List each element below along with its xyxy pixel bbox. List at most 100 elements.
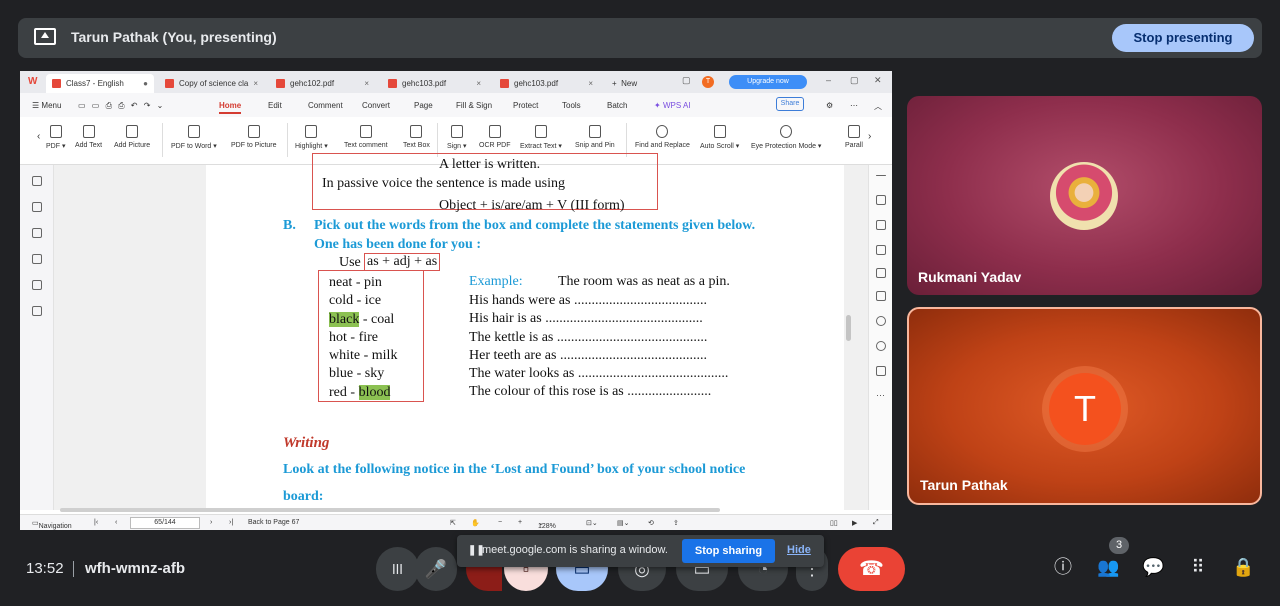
tab-gehc103-a[interactable]: gehc103.pdf ×: [382, 74, 487, 93]
tool-pdf-to-word[interactable]: PDF to Word ▾: [171, 125, 217, 150]
tool-text-box[interactable]: Text Box: [403, 125, 430, 149]
horizontal-scrollbar[interactable]: [60, 508, 720, 512]
read-mode-icon[interactable]: ▯▯: [830, 519, 838, 527]
microphone-button[interactable]: 🎤: [415, 547, 457, 591]
tab-class7-english[interactable]: Class7 - English ●: [46, 74, 154, 93]
stop-sharing-button[interactable]: Stop sharing: [682, 539, 775, 563]
participant-tile-tarun[interactable]: T Tarun Pathak: [907, 307, 1262, 505]
ribbon-tab-batch[interactable]: Batch: [607, 101, 627, 110]
upgrade-button[interactable]: Upgrade now: [729, 75, 807, 89]
close-tab-icon[interactable]: ●: [143, 74, 148, 93]
ribbon-scroll-right-icon[interactable]: ›: [868, 131, 871, 142]
ribbon-tab-tools[interactable]: Tools: [562, 101, 581, 110]
fullscreen-icon[interactable]: ⤢: [873, 519, 879, 527]
ribbon-scroll-left-icon[interactable]: ‹: [37, 131, 40, 142]
ribbon-tab-wps-ai[interactable]: ✦ WPS AI: [654, 101, 691, 110]
tool-text-comment[interactable]: Text comment: [344, 125, 388, 149]
export-icon[interactable]: [876, 291, 886, 301]
quick-access-icons[interactable]: ▭ ▭ ⎙ ⎙ ↶ ↷ ⌄: [78, 101, 165, 111]
ribbon-tab-page[interactable]: Page: [414, 101, 433, 110]
zoom-out-icon[interactable]: −: [498, 519, 502, 526]
ribbon-tab-convert[interactable]: Convert: [362, 101, 390, 110]
attachment-icon[interactable]: [32, 254, 42, 264]
tool-parallel[interactable]: Parall: [845, 125, 863, 149]
chat-icon[interactable]: 💬: [1142, 556, 1164, 578]
meeting-info-icon[interactable]: ⓘ: [1052, 556, 1074, 578]
tool-eye-protection[interactable]: Eye Protection Mode ▾: [751, 125, 821, 150]
tool-add-text[interactable]: Add Text: [75, 125, 102, 149]
people-icon[interactable]: 👥: [1097, 556, 1119, 578]
ribbon-tab-home[interactable]: Home: [219, 101, 242, 114]
menu-button[interactable]: ☰ Menu: [32, 101, 61, 110]
edit-icon[interactable]: [876, 195, 886, 205]
navigation-button[interactable]: ▭ Navigation: [32, 519, 72, 530]
tool-ocr-pdf[interactable]: OCR PDF: [479, 125, 511, 149]
hide-banner-link[interactable]: Hide: [787, 544, 811, 556]
prev-page-icon[interactable]: ‹: [115, 519, 117, 526]
tool-highlight[interactable]: Highlight ▾: [295, 125, 328, 150]
page-mode-icon[interactable]: ▤⌄: [617, 519, 629, 527]
bookmark-icon[interactable]: [32, 176, 42, 186]
ribbon-tab-comment[interactable]: Comment: [308, 101, 343, 110]
activities-icon[interactable]: ⠿: [1187, 556, 1209, 578]
minimize-panel-icon[interactable]: [876, 175, 886, 176]
comment-icon[interactable]: [32, 228, 42, 238]
share-button[interactable]: Share: [776, 97, 804, 111]
tool-pdf[interactable]: PDF ▾: [46, 125, 65, 150]
document-info-icon[interactable]: [876, 220, 886, 230]
next-page-icon[interactable]: ›: [210, 519, 212, 526]
hand-tool-icon[interactable]: ✋: [471, 519, 480, 527]
ribbon-tab-edit[interactable]: Edit: [268, 101, 282, 110]
ribbon-tab-protect[interactable]: Protect: [513, 101, 538, 110]
tool-find-replace[interactable]: Find and Replace: [635, 125, 690, 149]
play-icon[interactable]: ▶: [852, 519, 857, 527]
tool-pdf-to-picture[interactable]: PDF to Picture: [231, 125, 277, 149]
sign-panel-icon[interactable]: [876, 245, 886, 255]
ribbon-tab-fill-sign[interactable]: Fill & Sign: [456, 101, 492, 110]
list-icon[interactable]: [876, 268, 886, 278]
find-icon[interactable]: [876, 316, 886, 326]
user-avatar[interactable]: T: [702, 76, 714, 88]
leave-call-button[interactable]: ☎: [838, 547, 905, 591]
export-page-icon[interactable]: ⇪: [673, 519, 679, 527]
zoom-in-icon[interactable]: +: [518, 519, 522, 526]
vertical-scrollbar[interactable]: [846, 315, 851, 341]
more-options-icon[interactable]: ⋯: [876, 391, 886, 401]
tab-gehc103-b[interactable]: gehc103.pdf ×: [494, 74, 599, 93]
settings-icon[interactable]: ⚙: [826, 101, 833, 110]
last-page-icon[interactable]: ›|: [229, 519, 233, 526]
participant-tile-rukmani[interactable]: Rukmani Yadav: [907, 96, 1262, 295]
tab-gehc102[interactable]: gehc102.pdf ×: [270, 74, 375, 93]
page-number-input[interactable]: 65/144: [130, 517, 200, 529]
layers-icon[interactable]: [32, 306, 42, 316]
tool-extract-text[interactable]: Extract Text ▾: [520, 125, 562, 150]
restore-icon[interactable]: ▢: [850, 75, 859, 86]
close-tab-icon[interactable]: ×: [364, 74, 369, 93]
stop-presenting-button[interactable]: Stop presenting: [1112, 24, 1254, 52]
tool-sign[interactable]: Sign ▾: [447, 125, 466, 150]
back-to-page-link[interactable]: Back to Page 67: [248, 519, 299, 526]
rotate-icon[interactable]: ⟲: [648, 519, 654, 527]
window-switch-icon[interactable]: ▢: [682, 75, 691, 86]
tool-add-picture[interactable]: Add Picture: [114, 125, 150, 149]
close-tab-icon[interactable]: ×: [476, 74, 481, 93]
tool-auto-scroll[interactable]: Auto Scroll ▾: [700, 125, 739, 150]
new-tab-button[interactable]: + New: [606, 74, 637, 93]
close-window-icon[interactable]: ✕: [874, 75, 882, 86]
thumbnail-icon[interactable]: [32, 202, 42, 212]
select-tool-icon[interactable]: ⇱: [450, 519, 456, 527]
close-tab-icon[interactable]: ×: [253, 74, 258, 93]
close-tab-icon[interactable]: ×: [588, 74, 593, 93]
help-icon[interactable]: [876, 341, 886, 351]
host-controls-icon[interactable]: 🔒: [1232, 556, 1254, 578]
translate-icon[interactable]: [876, 366, 886, 376]
zoom-level[interactable]: 128% ⌄: [538, 519, 556, 530]
tool-snip-and-pin[interactable]: Snip and Pin: [575, 125, 615, 149]
tab-copy-of-science[interactable]: Copy of science cla ×: [159, 74, 264, 93]
fit-page-icon[interactable]: ⊡⌄: [586, 519, 598, 527]
collapse-ribbon-icon[interactable]: ︿: [874, 101, 882, 112]
first-page-icon[interactable]: |‹: [94, 519, 98, 526]
signature-panel-icon[interactable]: [32, 280, 42, 290]
minimize-icon[interactable]: –: [826, 75, 831, 85]
more-icon[interactable]: ⋯: [850, 101, 858, 110]
